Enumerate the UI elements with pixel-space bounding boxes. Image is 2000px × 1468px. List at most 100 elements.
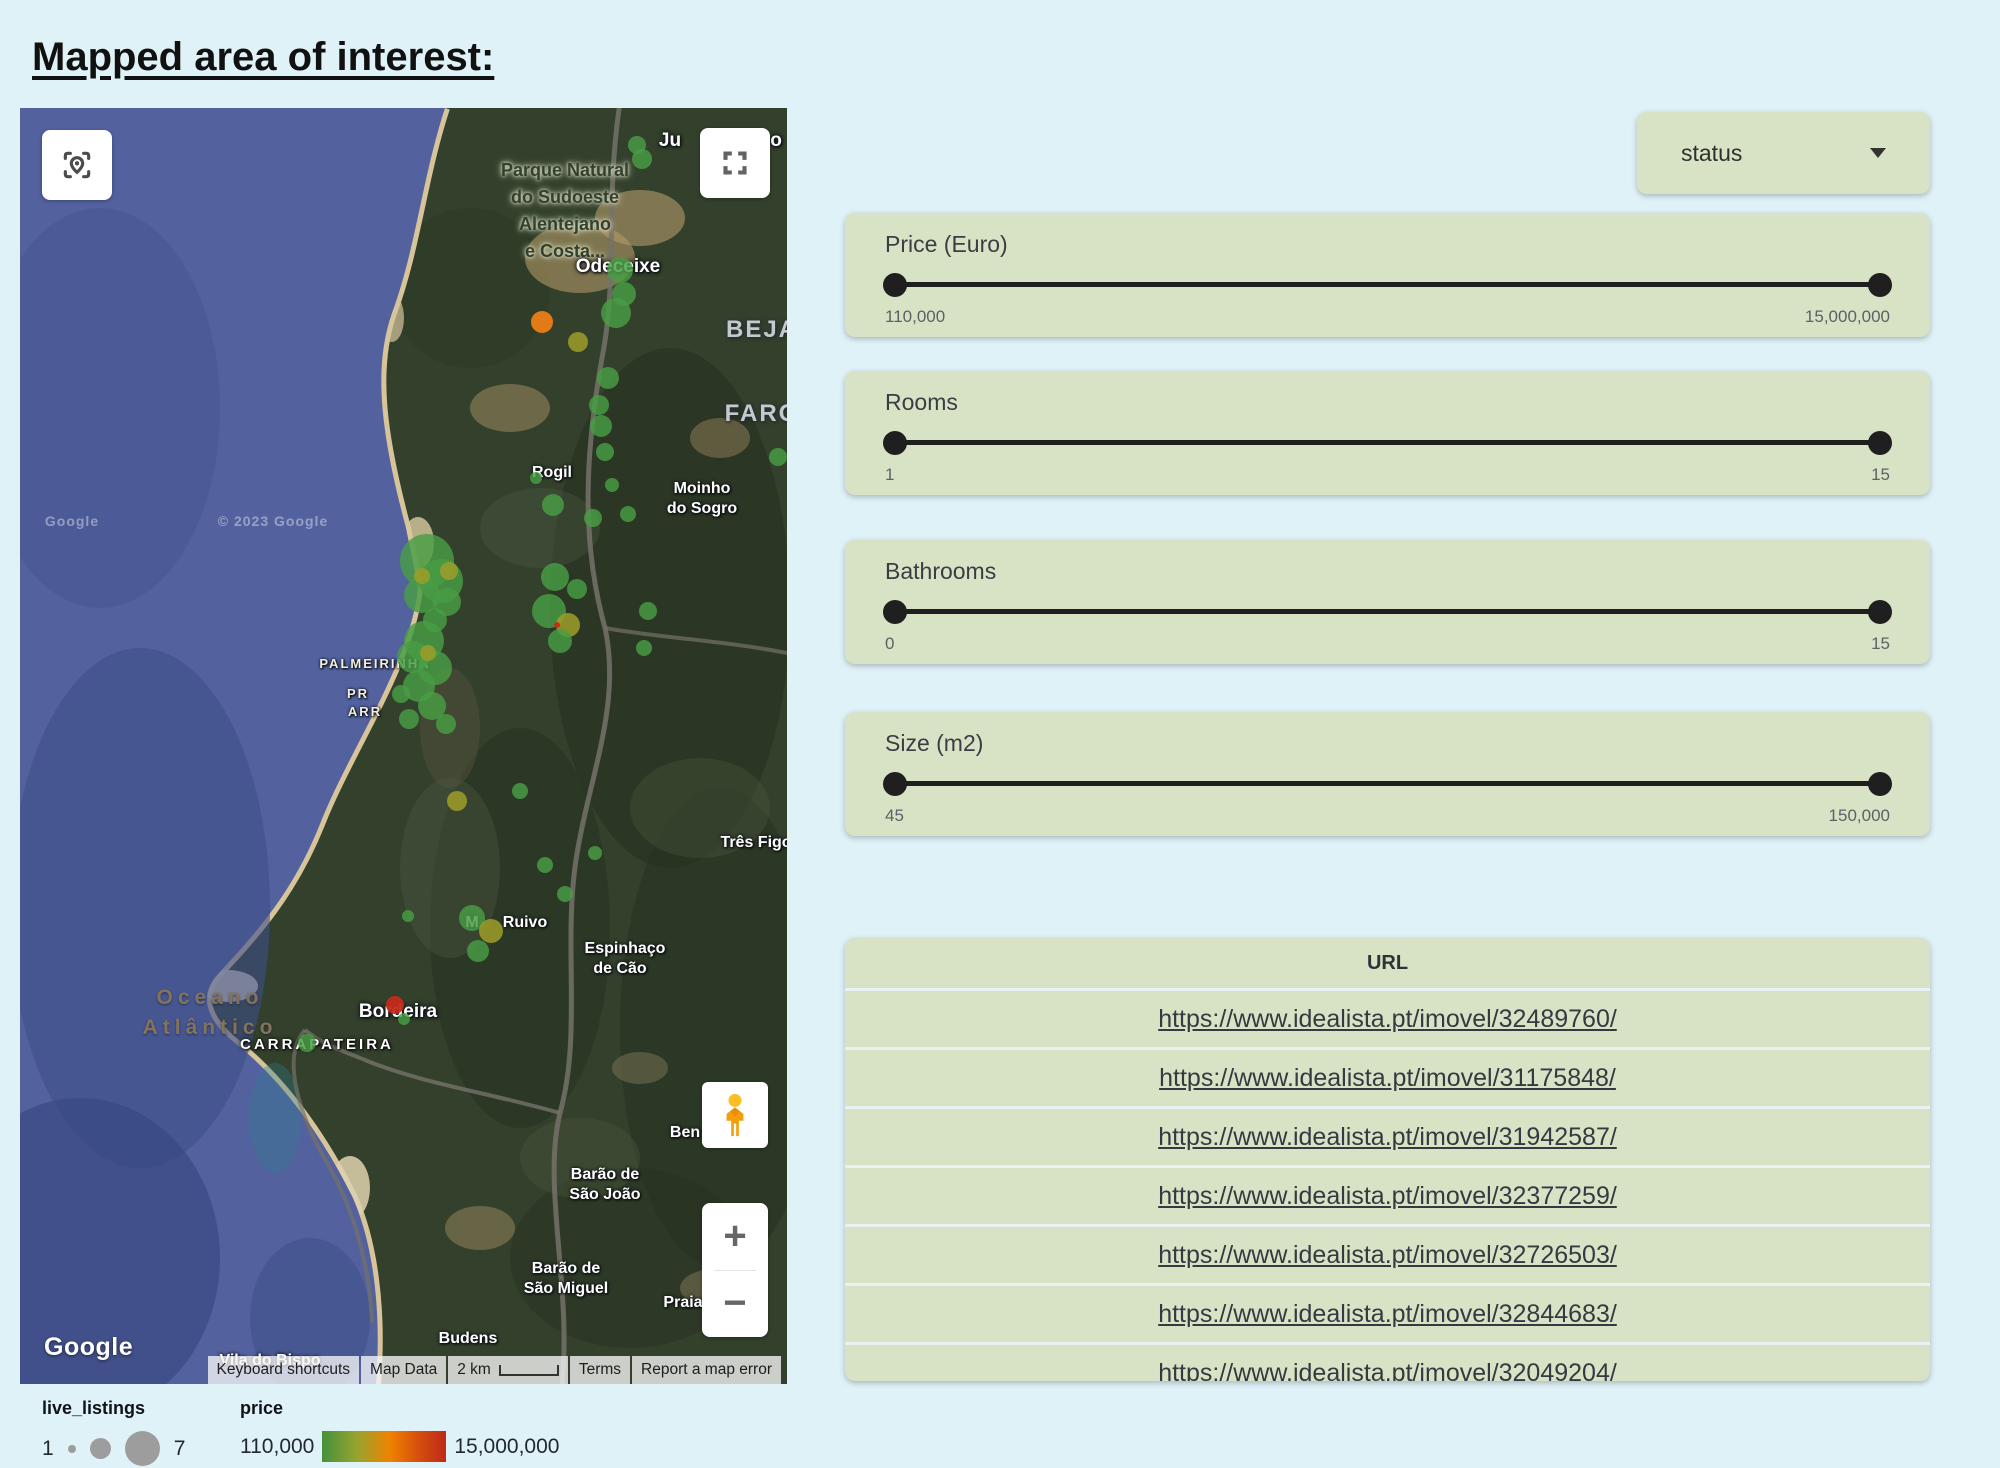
size-legend-large-circle — [125, 1431, 160, 1466]
table-row: https://www.idealista.pt/imovel/32844683… — [845, 1283, 1930, 1342]
listing-dot[interactable] — [402, 910, 414, 922]
pegman-button[interactable] — [702, 1082, 768, 1148]
chevron-down-icon — [1870, 148, 1886, 158]
listing-dot[interactable] — [467, 940, 489, 962]
listing-dot[interactable] — [636, 640, 652, 656]
listing-dot[interactable] — [589, 395, 609, 415]
map-scale[interactable]: 2 km — [448, 1356, 568, 1384]
listing-url-link[interactable]: https://www.idealista.pt/imovel/31942587… — [1158, 1123, 1617, 1152]
bathrooms-slider-max-value: 15 — [1871, 634, 1890, 654]
listing-dot[interactable] — [628, 136, 646, 154]
table-row: https://www.idealista.pt/imovel/31175848… — [845, 1047, 1930, 1106]
size-slider-track[interactable] — [895, 781, 1880, 786]
listing-dot[interactable] — [769, 448, 787, 466]
zoom-in-button[interactable]: + — [702, 1203, 768, 1270]
listing-dot[interactable] — [639, 602, 657, 620]
listing-dot[interactable] — [584, 509, 602, 527]
map-canvas[interactable]: Parque Naturaldo SudoesteAlentejanoe Cos… — [20, 108, 787, 1384]
rooms-slider-min-handle[interactable] — [883, 431, 907, 455]
zoom-out-button[interactable]: − — [702, 1271, 768, 1338]
price-legend-min: 110,000 — [240, 1435, 314, 1459]
listing-dot[interactable] — [596, 443, 614, 461]
bathrooms-slider-max-handle[interactable] — [1868, 600, 1892, 624]
bathrooms-slider-panel: Bathrooms 0 15 — [845, 540, 1930, 664]
listing-dot[interactable] — [548, 629, 572, 653]
status-dropdown-label: status — [1681, 140, 1742, 167]
url-table-rows: https://www.idealista.pt/imovel/32489760… — [845, 988, 1930, 1381]
size-slider-max-value: 150,000 — [1829, 806, 1890, 826]
google-logo[interactable]: Google — [44, 1333, 133, 1362]
rooms-slider-max-handle[interactable] — [1868, 431, 1892, 455]
rooms-slider-track[interactable] — [895, 440, 1880, 445]
report-map-error-link[interactable]: Report a map error — [632, 1356, 781, 1384]
size-legend-min: 1 — [42, 1437, 54, 1461]
listing-dot[interactable] — [392, 685, 410, 703]
bathrooms-slider-min-handle[interactable] — [883, 600, 907, 624]
listing-dot[interactable] — [414, 568, 430, 584]
listing-dot[interactable] — [537, 857, 553, 873]
size-legend-small-circle — [68, 1445, 76, 1453]
price-slider-panel: Price (Euro) 110,000 15,000,000 — [845, 213, 1930, 337]
size-slider-min-handle[interactable] — [883, 772, 907, 796]
listing-url-link[interactable]: https://www.idealista.pt/imovel/32377259… — [1158, 1182, 1617, 1211]
listing-dot[interactable] — [567, 579, 587, 599]
price-legend-max: 15,000,000 — [454, 1435, 559, 1459]
listing-dot[interactable] — [605, 478, 619, 492]
listing-dots — [20, 108, 787, 1384]
size-legend-title: live_listings — [42, 1398, 185, 1419]
listing-dot[interactable] — [298, 1034, 316, 1052]
terms-link[interactable]: Terms — [570, 1356, 630, 1384]
listing-dot[interactable] — [588, 846, 602, 860]
size-slider-max-handle[interactable] — [1868, 772, 1892, 796]
listing-dot[interactable] — [601, 298, 631, 328]
rooms-slider-max-value: 15 — [1871, 465, 1890, 485]
price-slider-max-value: 15,000,000 — [1805, 307, 1890, 327]
listing-dot[interactable] — [530, 472, 542, 484]
listing-dot[interactable] — [386, 996, 404, 1014]
url-table-header: URL — [845, 938, 1930, 988]
listing-dot[interactable] — [420, 645, 436, 661]
price-slider-max-handle[interactable] — [1868, 273, 1892, 297]
rooms-slider-label: Rooms — [885, 389, 958, 416]
bathrooms-slider-label: Bathrooms — [885, 558, 996, 585]
listing-url-link[interactable]: https://www.idealista.pt/imovel/32844683… — [1158, 1300, 1617, 1329]
frame-location-button[interactable] — [42, 130, 112, 200]
price-legend: price 110,000 15,000,000 — [240, 1398, 559, 1462]
bathrooms-slider-track[interactable] — [895, 609, 1880, 614]
size-slider-label: Size (m2) — [885, 730, 983, 757]
map-data-link[interactable]: Map Data — [361, 1356, 446, 1384]
price-slider-track[interactable] — [895, 282, 1880, 287]
listing-dot[interactable] — [590, 415, 612, 437]
listing-dot[interactable] — [568, 332, 588, 352]
listing-dot[interactable] — [512, 783, 528, 799]
listing-url-link[interactable]: https://www.idealista.pt/imovel/32489760… — [1158, 1005, 1617, 1034]
listing-url-link[interactable]: https://www.idealista.pt/imovel/32726503… — [1158, 1241, 1617, 1270]
location-pin-icon — [57, 145, 97, 185]
listing-dot[interactable] — [541, 563, 569, 591]
listing-dot[interactable] — [479, 919, 503, 943]
listing-dot[interactable] — [607, 257, 633, 283]
listing-dot[interactable] — [620, 506, 636, 522]
status-dropdown[interactable]: status — [1637, 112, 1930, 194]
listing-dot[interactable] — [542, 494, 564, 516]
listing-url-link[interactable]: https://www.idealista.pt/imovel/32049204… — [1158, 1359, 1617, 1382]
page: { "page": { "title": "Mapped area of int… — [0, 0, 2000, 1468]
listing-dot[interactable] — [557, 886, 573, 902]
table-row: https://www.idealista.pt/imovel/32049204… — [845, 1342, 1930, 1381]
rooms-slider-panel: Rooms 1 15 — [845, 371, 1930, 495]
listing-dot[interactable] — [440, 562, 458, 580]
listing-dot[interactable] — [398, 1013, 410, 1025]
scale-bar — [499, 1365, 559, 1376]
listing-dot[interactable] — [436, 714, 456, 734]
listing-dot[interactable] — [597, 367, 619, 389]
listing-dot[interactable] — [531, 311, 553, 333]
listing-dot[interactable] — [399, 709, 419, 729]
listing-url-link[interactable]: https://www.idealista.pt/imovel/31175848… — [1159, 1064, 1616, 1093]
size-legend-max: 7 — [174, 1437, 186, 1461]
listing-dot[interactable] — [447, 791, 467, 811]
rooms-slider-min-value: 1 — [885, 465, 894, 485]
price-slider-min-handle[interactable] — [883, 273, 907, 297]
listing-dot[interactable] — [554, 622, 560, 628]
fullscreen-button[interactable] — [700, 128, 770, 198]
keyboard-shortcuts-link[interactable]: Keyboard shortcuts — [208, 1356, 360, 1384]
